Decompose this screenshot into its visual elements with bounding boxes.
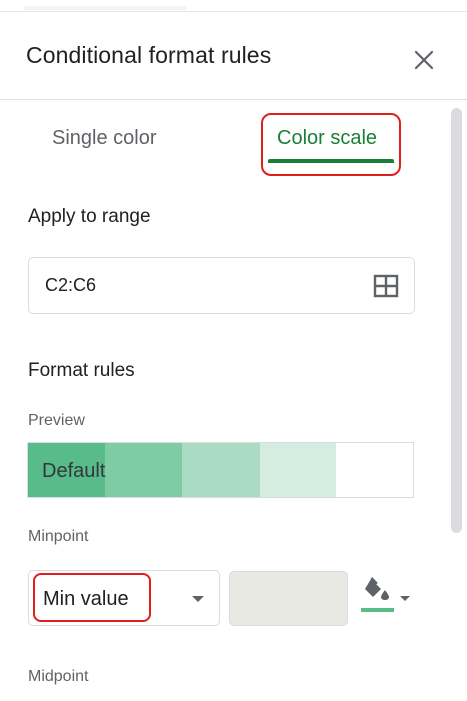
range-input[interactable]: C2:C6 bbox=[28, 257, 415, 314]
close-button[interactable] bbox=[406, 42, 442, 78]
top-strip bbox=[0, 0, 467, 12]
preview-text: Default bbox=[42, 460, 106, 482]
active-tab-indicator bbox=[268, 159, 394, 163]
grid-icon bbox=[373, 274, 399, 298]
minpoint-type-value: Min value bbox=[43, 588, 129, 610]
chevron-down-icon bbox=[192, 596, 204, 602]
chevron-down-icon bbox=[400, 596, 410, 601]
preview-swatch-2 bbox=[104, 443, 183, 497]
paint-bucket-icon bbox=[365, 577, 389, 600]
minpoint-fill-color-button[interactable] bbox=[358, 574, 412, 618]
preview-swatch-5 bbox=[336, 443, 413, 497]
minpoint-value-input[interactable] bbox=[229, 571, 348, 626]
sheet-tab-hint bbox=[24, 6, 187, 10]
tab-color-scale[interactable]: Color scale bbox=[277, 127, 377, 150]
panel-title: Conditional format rules bbox=[26, 42, 272, 68]
color-scale-preview: Default bbox=[27, 442, 414, 498]
fill-color-indicator bbox=[361, 608, 394, 612]
close-icon bbox=[414, 50, 434, 70]
format-rules-label: Format rules bbox=[28, 360, 135, 381]
apply-range-label: Apply to range bbox=[28, 206, 151, 227]
preview-swatch-3 bbox=[182, 443, 260, 497]
range-value: C2:C6 bbox=[45, 275, 97, 295]
select-range-button[interactable] bbox=[373, 274, 399, 298]
preview-label: Preview bbox=[28, 412, 85, 429]
scrollbar-thumb[interactable] bbox=[451, 108, 462, 533]
rule-type-tabs: Single color Color scale bbox=[0, 101, 440, 181]
midpoint-label: Midpoint bbox=[28, 668, 89, 685]
panel-header: Conditional format rules bbox=[0, 12, 467, 100]
minpoint-type-select[interactable]: Min value bbox=[28, 570, 220, 626]
minpoint-label: Minpoint bbox=[28, 528, 89, 545]
preview-swatch-4 bbox=[259, 443, 337, 497]
tab-single-color[interactable]: Single color bbox=[52, 127, 157, 150]
